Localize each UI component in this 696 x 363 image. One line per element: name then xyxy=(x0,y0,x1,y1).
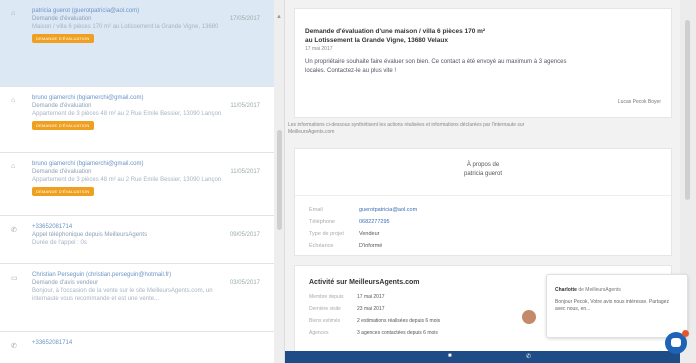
item-text: Appartement de 3 pièces 48 m² au 2 Rue E… xyxy=(32,177,222,183)
field-value: D'informé xyxy=(359,243,383,249)
info-note: Les informations ci-dessous synthétisent… xyxy=(288,122,658,136)
field-label: Biens estimés xyxy=(309,318,341,324)
list-item[interactable]: ⌂ patricia guerot (guerotpatricia@aol.co… xyxy=(0,0,274,87)
request-card: Demande d'évaluation d'une maison / vill… xyxy=(294,8,672,118)
activity-row: Agences 3 agences contactées depuis 6 moi… xyxy=(309,330,438,336)
contact-name: Christian Perseguin (christian.perseguin… xyxy=(32,272,172,278)
phone-icon: ✆ xyxy=(11,227,17,234)
field-label: Membre depuis xyxy=(309,294,344,300)
about-name: patricia guerot xyxy=(463,171,503,177)
phone-icon[interactable]: ✆ xyxy=(526,353,531,360)
contact-name: bruno giamerchi (bgiamerchi@gmail.com) xyxy=(32,161,144,167)
field-label: Dernière visite xyxy=(309,306,341,312)
item-date: 09/05/2017 xyxy=(229,232,260,238)
about-heading: À propos de patricia guerot xyxy=(295,161,671,179)
field-value: 2 estimations réalisées depuis 6 mois xyxy=(357,318,441,324)
activity-title: Activité sur MeilleursAgents.com xyxy=(309,279,420,286)
item-date: 11/05/2017 xyxy=(230,169,260,175)
chat-sender-org: de MeilleursAgents xyxy=(578,287,621,293)
notification-dot xyxy=(682,330,689,337)
list-item[interactable]: ⌂ bruno giamerchi (bgiamerchi@gmail.com)… xyxy=(0,153,274,216)
chat-message: Bonjour Pecok, Votre avis nous intéresse… xyxy=(555,299,669,312)
list-item[interactable]: ⌂ bruno giamerchi (bgiamerchi@gmail.com)… xyxy=(0,87,274,153)
contact-name: bruno giamerchi (bgiamerchi@gmail.com) xyxy=(32,95,144,101)
phone-link[interactable]: 0682277295 xyxy=(359,219,390,225)
about-label: À propos de xyxy=(466,162,500,168)
conversation-list: ⌂ patricia guerot (guerotpatricia@aol.co… xyxy=(0,0,275,363)
field-value: 23 mai 2017 xyxy=(357,306,385,312)
activity-row: Dernière visite 23 mai 2017 xyxy=(309,306,385,312)
item-text: internaute vous recommande et est une ve… xyxy=(32,296,160,302)
action-bar: ■ ✆ xyxy=(285,351,680,363)
avatar xyxy=(522,310,536,324)
request-type: Demande d'évaluation xyxy=(32,169,92,175)
field-label: Agences xyxy=(309,330,329,336)
item-text: Bonjour, à l'occasion de la vente sur le… xyxy=(32,288,213,294)
status-badge: DEMANDE D'ÉVALUATION xyxy=(32,187,94,196)
chat-sender-name: Charlotte xyxy=(555,287,577,293)
page-scroll-thumb[interactable] xyxy=(685,20,690,200)
request-type-row: Demande d'évaluation 11/05/2017 xyxy=(32,102,266,110)
request-type: Appel téléphonique depuis MeilleursAgent… xyxy=(32,232,148,238)
email-link[interactable]: guerotpatricia@aol.com xyxy=(359,207,417,213)
contact-name: +33652081714 xyxy=(32,340,73,346)
field-label: Échéance xyxy=(309,243,334,249)
phone-icon: ✆ xyxy=(11,343,17,350)
item-text: Durée de l'appel : 0s xyxy=(32,240,87,246)
request-body-line: Un propriétaire souhaite faire évaluer s… xyxy=(305,59,567,65)
info-note-line: MeilleursAgents.com xyxy=(288,129,335,135)
email-icon[interactable]: ■ xyxy=(448,353,452,359)
contact-row-deadline: Échéance D'informé xyxy=(309,243,382,249)
item-date: 11/05/2017 xyxy=(230,103,260,109)
chat-launcher-button[interactable] xyxy=(665,330,689,354)
request-type-row: Demande d'avis vendeur 03/05/2017 xyxy=(32,279,266,287)
item-text: Appartement de 3 pièces 48 m² au 2 Rue E… xyxy=(32,111,222,117)
request-title: Demande d'évaluation d'une maison / vill… xyxy=(305,28,486,35)
activity-row: Biens estimés 2 estimations réalisées dep… xyxy=(309,318,440,324)
field-label: Email xyxy=(309,207,323,213)
contact-card: À propos de patricia guerot Email guerotp… xyxy=(294,148,672,256)
contact-name: +33652081714 xyxy=(32,224,73,230)
request-date: 17 mai 2017 xyxy=(305,46,333,52)
contact-row-project: Type de projet Vendeur xyxy=(309,231,380,237)
list-scroll-thumb[interactable] xyxy=(277,130,282,230)
info-note-line: Les informations ci-dessous synthétisent… xyxy=(288,122,525,128)
divider xyxy=(295,195,671,196)
field-label: Type de projet xyxy=(309,231,344,237)
list-item[interactable]: ✆ +33652081714 xyxy=(0,332,274,363)
item-date: 17/05/2017 xyxy=(229,16,260,22)
list-item[interactable]: ✆ +33652081714 Appel téléphonique depuis… xyxy=(0,216,274,264)
home-icon: ⌂ xyxy=(11,163,16,170)
request-type: Demande d'évaluation xyxy=(32,103,92,109)
chat-icon: ▭ xyxy=(11,275,18,282)
field-label: Téléphone xyxy=(309,219,335,225)
field-value: 17 mai 2017 xyxy=(357,294,385,300)
activity-row: Membre depuis 17 mai 2017 xyxy=(309,294,385,300)
item-date: 03/05/2017 xyxy=(229,280,260,286)
field-value: 3 agences contactées depuis 6 mois xyxy=(357,330,438,336)
contact-row-email: Email guerotpatricia@aol.com xyxy=(309,207,417,213)
request-body-line: locales. Contactez-le au plus vite ! xyxy=(305,68,397,74)
scroll-up-icon[interactable]: ▲ xyxy=(276,14,282,20)
request-title-address: au Lotissement la Grande Vigne, 13680 Ve… xyxy=(305,37,448,44)
chat-bubble-icon xyxy=(671,338,681,347)
chat-popup[interactable]: Charlotte de MeilleursAgents Bonjour Pec… xyxy=(546,274,688,338)
request-type-row: Appel téléphonique depuis MeilleursAgent… xyxy=(32,231,266,239)
list-item[interactable]: ▭ Christian Perseguin (christian.persegu… xyxy=(0,264,274,332)
request-body: Un propriétaire souhaite faire évaluer s… xyxy=(305,58,661,76)
request-type-row: Demande d'évaluation 17/05/2017 xyxy=(32,15,266,23)
status-badge: DEMANDE D'ÉVALUATION xyxy=(32,34,94,43)
contact-row-phone: Téléphone 0682277295 xyxy=(309,219,390,225)
request-type-row: Demande d'évaluation 11/05/2017 xyxy=(32,168,266,176)
contact-name: patricia guerot (guerotpatricia@aol.com) xyxy=(32,8,140,14)
item-text: Maison / villa 6 pièces 170 m² au Lotiss… xyxy=(32,24,219,30)
status-badge: DEMANDE D'ÉVALUATION xyxy=(32,121,94,130)
signature: Lucas Pecok Boyer xyxy=(617,99,661,105)
field-value: Vendeur xyxy=(359,231,380,237)
home-icon: ⌂ xyxy=(11,97,16,104)
request-type: Demande d'évaluation xyxy=(32,16,92,22)
chat-sender: Charlotte de MeilleursAgents xyxy=(555,287,621,293)
request-type: Demande d'avis vendeur xyxy=(32,280,99,286)
home-icon: ⌂ xyxy=(11,10,16,17)
